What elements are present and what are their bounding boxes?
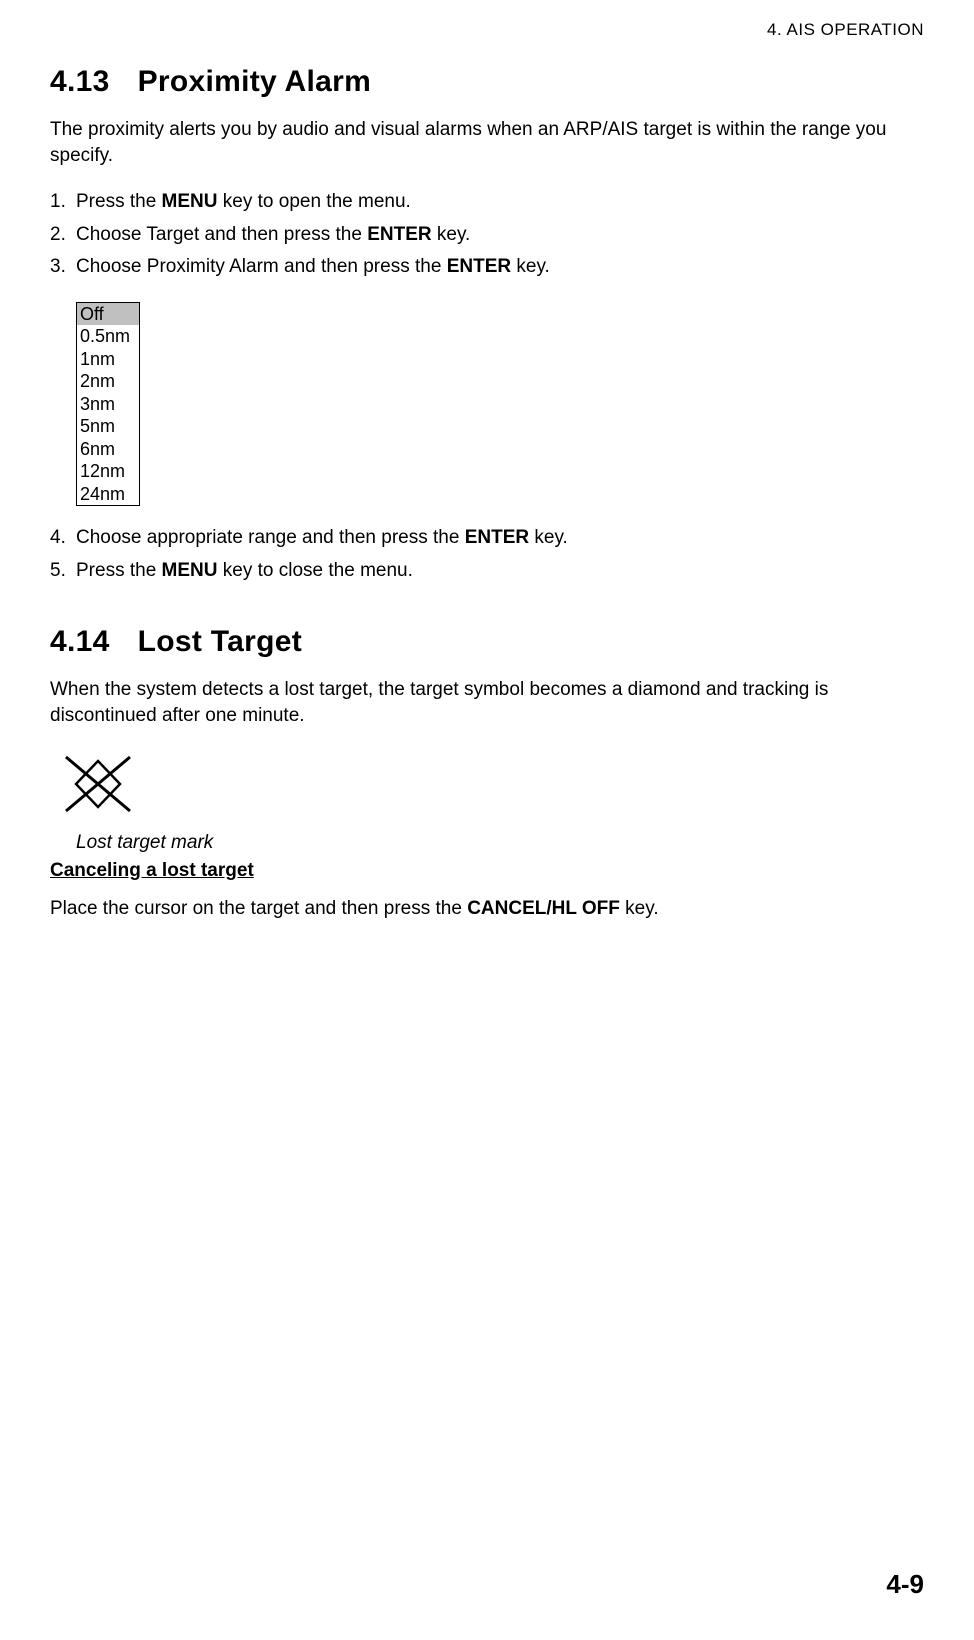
cancel-instruction: Place the cursor on the target and then … (50, 896, 924, 922)
section1-intro: The proximity alerts you by audio and vi… (50, 117, 924, 168)
section-number: 4.14 (50, 625, 110, 659)
section-title: Lost Target (138, 625, 302, 658)
section2-intro: When the system detects a lost target, t… (50, 677, 924, 728)
range-options-box: Off 0.5nm 1nm 2nm 3nm 5nm 6nm 12nm 24nm (76, 302, 140, 507)
option-24nm: 24nm (77, 483, 139, 506)
step-1: 1.Press the MENU key to open the menu. (50, 188, 924, 217)
steps-list-2: 4.Choose appropriate range and then pres… (50, 524, 924, 585)
option-6nm: 6nm (77, 438, 139, 461)
option-5nm: 5nm (77, 415, 139, 438)
option-0-5nm: 0.5nm (77, 325, 139, 348)
lost-target-mark-icon (58, 749, 924, 824)
section-number: 4.13 (50, 65, 110, 99)
option-3nm: 3nm (77, 393, 139, 416)
steps-list-1: 1.Press the MENU key to open the menu. 2… (50, 188, 924, 282)
canceling-subheading: Canceling a lost target (50, 860, 924, 882)
section-title: Proximity Alarm (138, 65, 371, 98)
step-3: 3.Choose Proximity Alarm and then press … (50, 253, 924, 282)
step-4: 4.Choose appropriate range and then pres… (50, 524, 924, 553)
chapter-header: 4. AIS OPERATION (50, 20, 924, 40)
step-5: 5.Press the MENU key to close the menu. (50, 557, 924, 586)
option-2nm: 2nm (77, 370, 139, 393)
section-heading-proximity-alarm: 4.13 Proximity Alarm (50, 65, 924, 99)
option-12nm: 12nm (77, 460, 139, 483)
option-1nm: 1nm (77, 348, 139, 371)
option-off: Off (77, 303, 139, 326)
lost-target-caption: Lost target mark (76, 832, 924, 854)
page-number: 4-9 (886, 1569, 924, 1600)
section-heading-lost-target: 4.14 Lost Target (50, 625, 924, 659)
step-2: 2.Choose Target and then press the ENTER… (50, 221, 924, 250)
